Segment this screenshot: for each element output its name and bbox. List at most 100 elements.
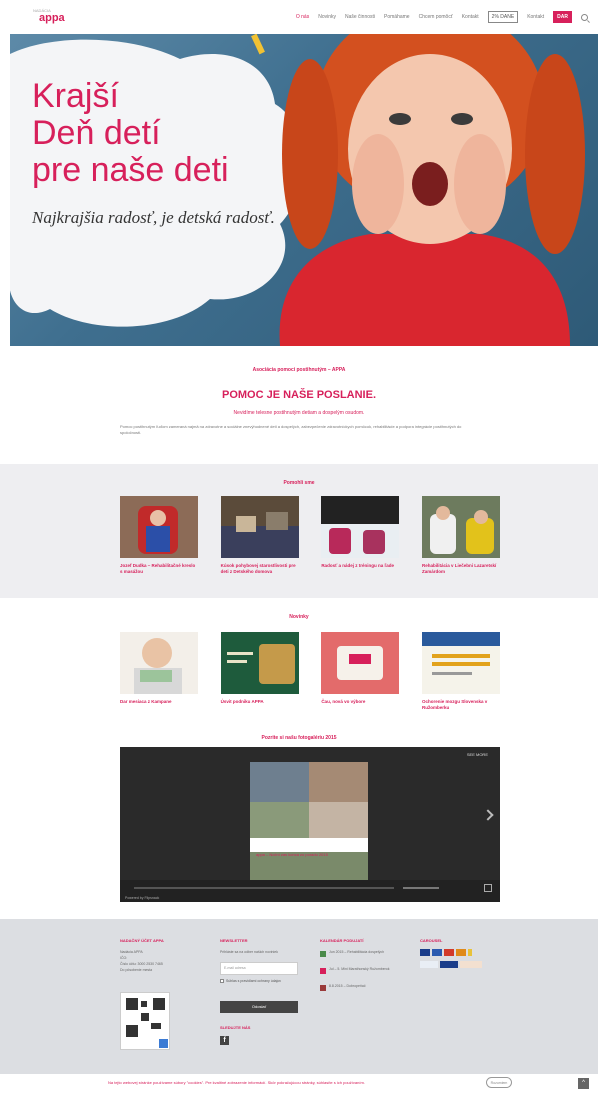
nav-item-want-help[interactable]: Chcem pomôcť	[419, 14, 453, 20]
hero-subtitle: Najkrajšia radosť, je detská radosť.	[32, 208, 275, 227]
news-section: Novinky Dar mesiaca z Kampane Úsvit podn…	[0, 598, 598, 726]
nav-item-activities[interactable]: Naše činnosti	[345, 14, 375, 20]
mastercard-icon	[444, 949, 454, 956]
newsletter-title: NEWSLETTER	[220, 938, 248, 943]
helped-card-image[interactable]	[120, 496, 198, 558]
about-kicker: Asociácia pomoci postihnutým – APPA	[252, 367, 346, 373]
news-title: Novinky	[289, 614, 309, 620]
news-cards: Dar mesiaca z Kampane Úsvit podniku APPA…	[120, 632, 500, 711]
newsletter-text: Prihláste sa na odber našich noviniek	[220, 950, 278, 954]
consent-checkbox[interactable]	[220, 979, 224, 983]
newsletter-submit-button[interactable]: Odoslať	[220, 1001, 298, 1013]
helped-section: Pomohli sme Jozef Dudka – Rehabilitačné …	[0, 464, 598, 598]
about-section: Asociácia pomoci postihnutým – APPA POMO…	[0, 346, 598, 464]
event-icon	[320, 951, 326, 957]
player-brand[interactable]: SEE MORE	[467, 752, 488, 757]
footer-payment-col: CAROUSEL	[420, 938, 500, 973]
nav-item-contact[interactable]: Kontakt	[462, 14, 479, 20]
donate-button[interactable]: DAR	[553, 11, 572, 23]
qr-code	[120, 992, 170, 1050]
helped-card-caption[interactable]: Radosť a nádej z tréningu na ľade	[321, 563, 399, 569]
calendar-item-text[interactable]: Jul – 5. Mini Marathonský Ružomberok	[329, 966, 390, 972]
facebook-icon[interactable]: f	[220, 1036, 229, 1045]
helped-card-caption[interactable]: Jozef Dudka – Rehabilitačné kreslo s mas…	[120, 563, 198, 575]
footer-calendar-col: KALENDÁR PODUJATÍ Jun 2015 – Rehabilitác…	[320, 938, 400, 1000]
nav-item-helping[interactable]: Pomáhame	[384, 14, 410, 20]
secure-icon	[420, 961, 438, 968]
news-card-caption[interactable]: Úsvit podniku APPA	[221, 699, 299, 705]
calendar-item-text[interactable]: Jun 2015 – Rehabilitácia dospelých	[329, 949, 384, 955]
news-card[interactable]: Úsvit podniku APPA	[220, 632, 299, 711]
news-card-caption[interactable]: Čau, nová vo výbore	[321, 699, 399, 705]
calendar-item[interactable]: Jul – 5. Mini Marathonský Ružomberok	[320, 966, 400, 974]
about-title: POMOC JE NAŠE POSLANIE.	[221, 389, 377, 401]
main-nav: O nás Novinky Naše činnosti Pomáhame Chc…	[296, 11, 588, 23]
fullscreen-icon[interactable]	[484, 884, 492, 892]
news-card-image[interactable]	[120, 632, 198, 694]
helped-card[interactable]: Kúsok pohybovej starostlivosti pre deti …	[220, 496, 299, 575]
gallery-poster-caption: appa – Noční zas konca zo poradu 2015	[256, 852, 328, 857]
player-controls: Powered by Flipsnack	[120, 880, 500, 902]
newsletter-consent[interactable]: Súhlas s pravidlami ochrany údajov	[220, 979, 300, 983]
footer-account-title: NADAČNÝ ÚČET APPA	[120, 938, 164, 943]
gallery-player[interactable]: SEE MORE appa – Noční zas konca zo porad…	[120, 747, 500, 902]
news-card-image[interactable]	[220, 632, 299, 694]
hero-title-line1: Krajší	[32, 77, 119, 115]
follow-title: SLEDUJTE NÁS	[220, 1025, 251, 1030]
nav-item-contact-2[interactable]: Kontakt	[527, 14, 544, 20]
nav-2percent-button[interactable]: 2% DANE	[487, 11, 519, 23]
calendar-title: KALENDÁR PODUJATÍ	[320, 938, 364, 943]
player-volume[interactable]	[403, 887, 439, 889]
scroll-top-icon[interactable]: ^	[578, 1078, 589, 1089]
footer-account-col: NADAČNÝ ÚČET APPA Nadácia APPA IČO: Čísl…	[120, 938, 200, 973]
about-subtitle: Nevidíme telesne postihnutým detiam a do…	[233, 410, 365, 416]
news-card[interactable]: Dar mesiaca z Kampane	[120, 632, 198, 711]
player-powered-by: Powered by Flipsnack	[125, 896, 160, 900]
nav-item-about[interactable]: O nás	[296, 14, 309, 20]
news-card-caption[interactable]: Ochorenie mozgu Slovenska v Ružomberku	[422, 699, 500, 711]
logo-name: appa	[39, 12, 65, 24]
gallery-poster[interactable]	[250, 762, 368, 882]
news-card[interactable]: Čau, nová vo výbore	[321, 632, 400, 711]
maestro-icon	[456, 949, 466, 956]
hero-title: Krajší Deň detí pre naše deti	[32, 78, 229, 189]
event-icon	[320, 985, 326, 991]
calendar-item-text[interactable]: 8.8.2015 – Dobropeňač	[329, 983, 366, 989]
event-icon	[320, 968, 326, 974]
newsletter-email-input[interactable]: E-mail adresa	[220, 962, 298, 975]
helped-cards: Jozef Dudka – Rehabilitačné kreslo s mas…	[120, 496, 500, 575]
news-card-caption[interactable]: Dar mesiaca z Kampane	[120, 699, 198, 705]
gallery-title: Pozrite si našu fotogalériu 2015	[261, 735, 337, 741]
visa-icon	[420, 949, 430, 956]
hero-title-line2: Deň detí	[32, 114, 161, 152]
news-card-image[interactable]	[421, 632, 500, 694]
calendar-item[interactable]: Jun 2015 – Rehabilitácia dospelých	[320, 949, 400, 957]
helped-card-image[interactable]	[421, 496, 500, 558]
news-card[interactable]: Ochorenie mozgu Slovenska v Ružomberku	[421, 632, 500, 711]
helped-card-caption[interactable]: Kúsok pohybovej starostlivosti pre deti …	[221, 563, 299, 575]
news-card-image[interactable]	[321, 632, 400, 694]
payment-logos-row	[420, 949, 500, 956]
helped-card[interactable]: Jozef Dudka – Rehabilitačné kreslo s mas…	[120, 496, 198, 575]
securecode-icon	[460, 961, 482, 968]
helped-title: Pomohli sme	[283, 480, 315, 486]
nav-item-news[interactable]: Novinky	[318, 14, 336, 20]
calendar-item[interactable]: 8.8.2015 – Dobropeňač	[320, 983, 400, 991]
player-seekbar[interactable]	[134, 887, 394, 889]
helped-card-caption[interactable]: Rehabilitácia v Liečebni Lazaretskí Zamá…	[422, 563, 500, 575]
site-logo[interactable]: NADÁCIA appa	[33, 8, 73, 24]
cookie-accept-button[interactable]: Rozumiem	[486, 1077, 512, 1088]
helped-card-image[interactable]	[321, 496, 400, 558]
site-footer: NADAČNÝ ÚČET APPA Nadácia APPA IČO: Čísl…	[0, 919, 598, 1074]
search-icon[interactable]	[581, 13, 588, 21]
payment-title: CAROUSEL	[420, 938, 443, 943]
site-header: NADÁCIA appa O nás Novinky Naše činnosti…	[0, 0, 598, 34]
helped-card[interactable]: Radosť a nádej z tréningu na ľade	[321, 496, 400, 575]
helped-card-image[interactable]	[220, 496, 299, 558]
hero-title-line3: pre naše deti	[32, 151, 229, 189]
verified-visa-icon	[440, 961, 458, 968]
footer-newsletter-col: NEWSLETTER Prihláste sa na odber našich …	[220, 938, 300, 1045]
footer-account-line: Do pôsobenie mesta	[120, 968, 153, 972]
next-arrow-icon[interactable]	[482, 809, 494, 821]
helped-card[interactable]: Rehabilitácia v Liečebni Lazaretskí Zamá…	[421, 496, 500, 575]
